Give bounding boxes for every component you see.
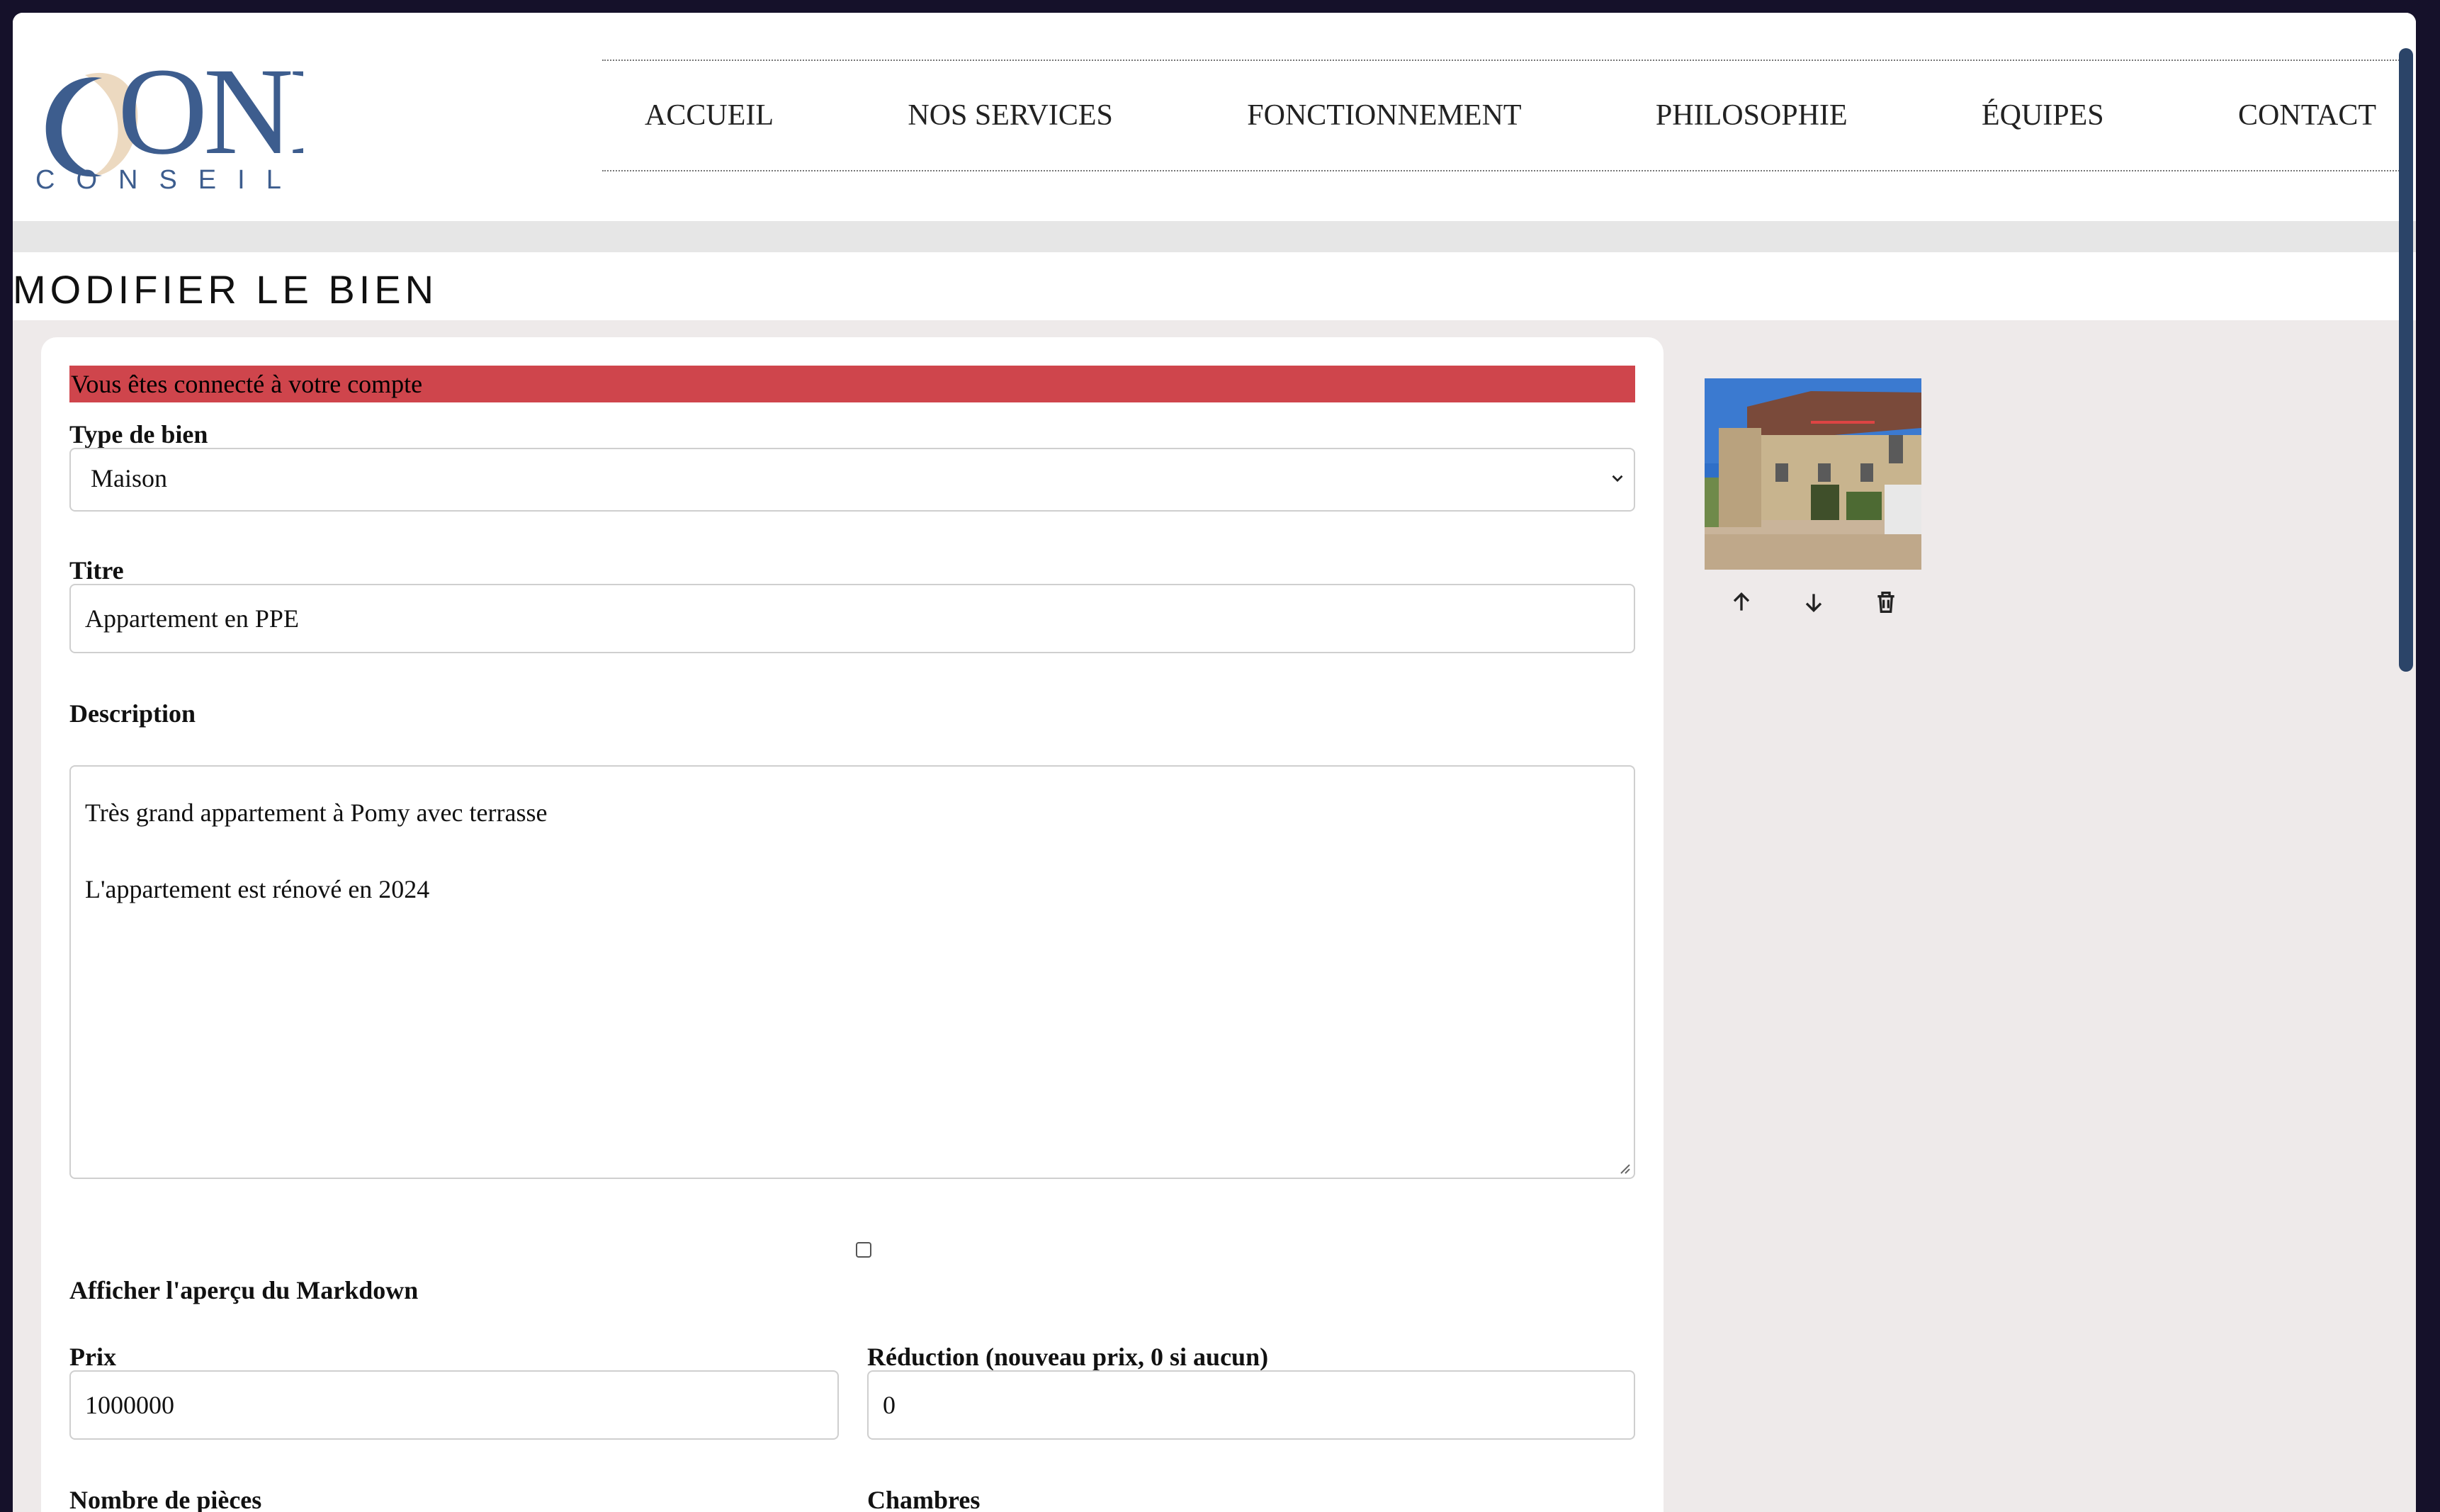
prix-input[interactable] bbox=[71, 1372, 837, 1438]
nav-philosophie[interactable]: PHILOSOPHIE bbox=[1656, 98, 1848, 132]
resize-grip-icon[interactable] bbox=[1617, 1161, 1631, 1175]
page-scrollbar[interactable] bbox=[2395, 13, 2416, 1512]
nav-nos-services[interactable]: NOS SERVICES bbox=[908, 98, 1113, 132]
nav-contact[interactable]: CONTACT bbox=[2238, 98, 2376, 132]
titre-input[interactable] bbox=[71, 585, 1634, 652]
reduction-field[interactable] bbox=[867, 1370, 1635, 1440]
property-image-thumbnail[interactable] bbox=[1705, 378, 1921, 570]
description-label: Description bbox=[69, 699, 196, 728]
logo-graphic: ONE CONSEILS bbox=[35, 51, 303, 195]
titre-field[interactable] bbox=[69, 584, 1635, 653]
type-select[interactable]: Maison bbox=[69, 448, 1635, 512]
prix-label: Prix bbox=[69, 1343, 116, 1371]
description-line-1: Très grand appartement à Pomy avec terra… bbox=[85, 799, 548, 827]
arrow-up-icon bbox=[1733, 592, 1750, 611]
nav-accueil[interactable]: ACCUEIL bbox=[645, 98, 774, 132]
logo-wordmark: ONE bbox=[118, 51, 303, 181]
type-select-value: Maison bbox=[91, 464, 167, 492]
arrow-down-icon bbox=[1805, 594, 1822, 613]
property-photo bbox=[1705, 378, 1921, 570]
move-image-up-button[interactable] bbox=[1727, 588, 1756, 616]
nav-equipes[interactable]: ÉQUIPES bbox=[1982, 98, 2104, 132]
logo-subtext: CONSEILS bbox=[35, 165, 303, 195]
site-header: ONE CONSEILS ACCUEIL NOS SERVICES FONCTI… bbox=[13, 13, 2416, 221]
logo[interactable]: ONE CONSEILS bbox=[34, 51, 303, 200]
reduction-input[interactable] bbox=[869, 1372, 1634, 1438]
type-label: Type de bien bbox=[69, 420, 208, 448]
header-divider bbox=[13, 221, 2416, 252]
description-textarea[interactable]: Très grand appartement à Pomy avec terra… bbox=[69, 765, 1635, 1179]
delete-image-button[interactable] bbox=[1872, 588, 1900, 616]
chambres-label: Chambres bbox=[867, 1486, 981, 1512]
login-alert: Vous êtes connecté à votre compte bbox=[69, 366, 1635, 402]
markdown-preview-label: Afficher l'aperçu du Markdown bbox=[69, 1276, 419, 1304]
description-blank-line bbox=[85, 832, 1620, 870]
move-image-down-button[interactable] bbox=[1800, 588, 1828, 616]
nav-fonctionnement[interactable]: FONCTIONNEMENT bbox=[1247, 98, 1521, 132]
scrollbar-thumb[interactable] bbox=[2399, 48, 2413, 672]
prix-field[interactable] bbox=[69, 1370, 839, 1440]
description-line-2: L'appartement est rénové en 2024 bbox=[85, 875, 430, 903]
pieces-label: Nombre de pièces bbox=[69, 1486, 262, 1512]
reduction-label: Réduction (nouveau prix, 0 si aucun) bbox=[867, 1343, 1269, 1371]
main-nav: ACCUEIL NOS SERVICES FONCTIONNEMENT PHIL… bbox=[602, 60, 2405, 171]
browser-viewport: ONE CONSEILS ACCUEIL NOS SERVICES FONCTI… bbox=[13, 13, 2416, 1512]
chevron-down-icon bbox=[1612, 475, 1623, 483]
titre-label: Titre bbox=[69, 556, 124, 585]
markdown-preview-checkbox[interactable] bbox=[856, 1242, 871, 1258]
trash-icon bbox=[1877, 592, 1894, 613]
page-title: MODIFIER LE BIEN bbox=[13, 267, 439, 312]
